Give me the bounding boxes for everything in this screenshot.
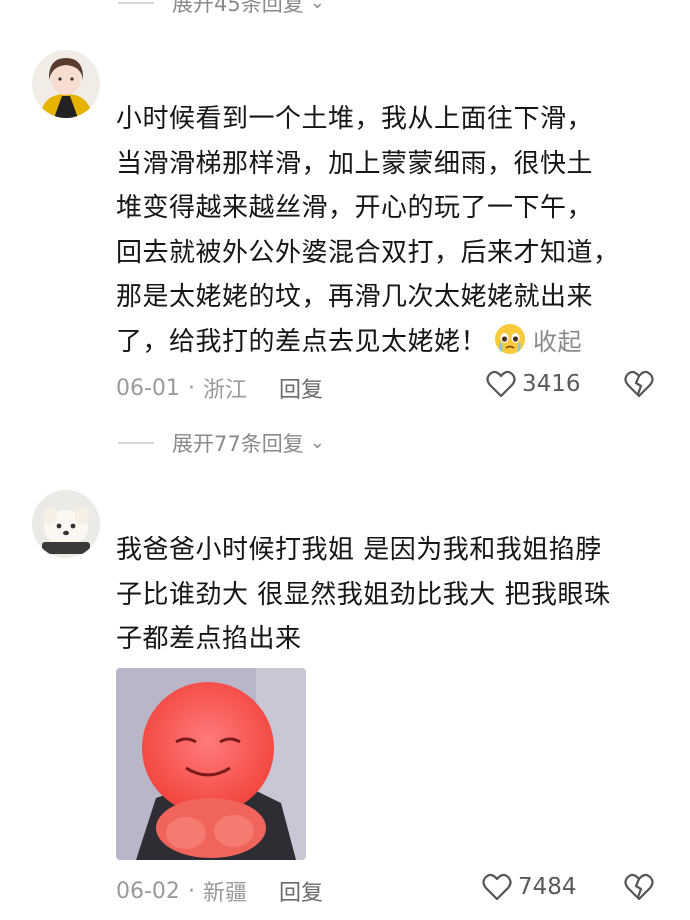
comment-line: 小时候看到一个土堆，我从上面往下滑，	[116, 104, 594, 134]
comment-meta: 06-01 · 浙江 回复	[116, 372, 323, 404]
like-count: 7484	[518, 874, 577, 900]
dislike-button[interactable]	[624, 873, 654, 905]
avatar-dog-image	[32, 490, 100, 558]
comment-date: 06-02	[116, 878, 180, 904]
comment-text: 我爸爸小时候打我姐 是因为我和我姐掐脖 子比谁劲大 很显然我姐劲比我大 把我眼珠…	[116, 528, 656, 662]
comment-line: 了，给我打的差点去见太姥姥！ 收起	[116, 320, 656, 365]
heart-outline-icon	[486, 370, 516, 398]
collapse-button[interactable]: 收起	[533, 328, 582, 356]
comment-image[interactable]	[116, 668, 306, 860]
comment-line: 我爸爸小时候打我姐 是因为我和我姐掐脖	[116, 535, 602, 565]
comment-line: 子都差点掐出来	[116, 624, 302, 654]
chevron-down-icon: ⌄	[309, 0, 325, 13]
broken-heart-icon	[624, 370, 654, 398]
expand-replies-label: 展开45条回复	[172, 0, 304, 16]
dislike-button[interactable]	[624, 370, 654, 402]
comment-date: 06-01	[116, 375, 180, 401]
like-button[interactable]: 7484	[482, 873, 577, 901]
comment-location: 浙江	[202, 378, 247, 403]
expand-replies-label: 展开77条回复	[172, 432, 304, 456]
heart-outline-icon	[482, 873, 512, 901]
comment-line: 那是太姥姥的坟，再滑几次太姥姥就出来	[116, 282, 594, 312]
comment-text: 小时候看到一个土堆，我从上面往下滑， 当滑滑梯那样滑，加上蒙蒙细雨，很快土 堆变…	[116, 97, 656, 364]
expand-replies-top[interactable]: 展开45条回复 ⌄	[118, 0, 325, 18]
comment-meta: 06-02 · 新疆 回复	[116, 875, 323, 907]
comment-location: 新疆	[202, 881, 247, 906]
crying-face-emoji	[493, 322, 527, 356]
red-face-meme-image	[116, 668, 306, 860]
like-button[interactable]: 3416	[486, 370, 581, 398]
chevron-down-icon: ⌄	[309, 431, 325, 453]
divider-dash	[118, 2, 154, 4]
like-count: 3416	[522, 371, 581, 397]
comment-line: 回去就被外公外婆混合双打，后来才知道，	[116, 237, 620, 268]
comment-line: 当滑滑梯那样滑，加上蒙蒙细雨，很快土	[116, 148, 594, 179]
avatar[interactable]	[32, 490, 100, 558]
avatar-girl-image	[32, 50, 100, 118]
broken-heart-icon	[624, 873, 654, 901]
comment-line-text: 了，给我打的差点去见太姥姥！	[116, 326, 488, 357]
avatar[interactable]	[32, 50, 100, 118]
comment-line: 子比谁劲大 很显然我姐劲比我大 把我眼珠	[116, 579, 611, 610]
reply-button[interactable]: 回复	[279, 372, 323, 404]
meta-separator: ·	[187, 375, 195, 401]
reply-button[interactable]: 回复	[279, 875, 323, 907]
divider-dash	[118, 442, 154, 444]
expand-replies[interactable]: 展开77条回复 ⌄	[118, 428, 325, 458]
comment-line: 堆变得越来越丝滑，开心的玩了一下午，	[116, 193, 594, 223]
meta-separator: ·	[187, 878, 195, 904]
